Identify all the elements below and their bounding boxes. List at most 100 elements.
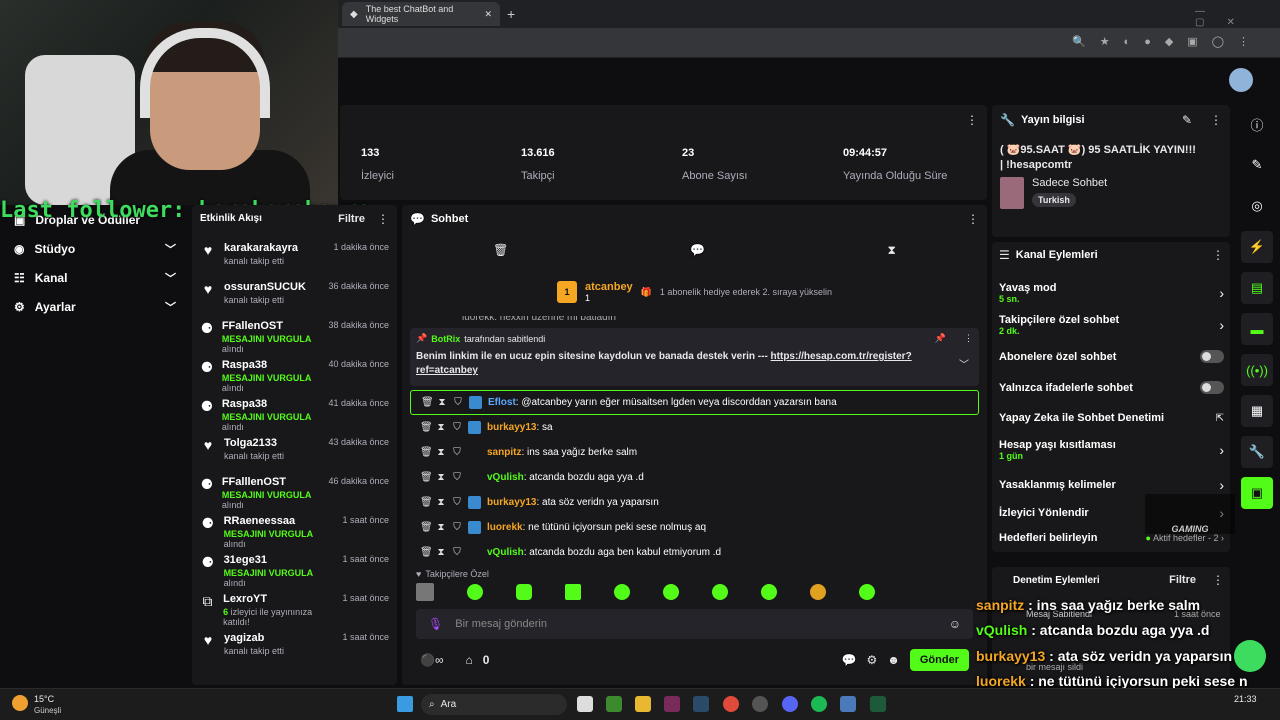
hourglass-icon[interactable]: ⧗: [437, 397, 447, 408]
nav-settings[interactable]: ⚙ Ayarlar ﹀: [0, 292, 190, 321]
mod-filter-button[interactable]: Filtre: [1169, 574, 1196, 586]
hourglass-icon[interactable]: ⧗: [436, 497, 446, 508]
channel-action-row[interactable]: Takipçilere özel sohbet 2 dk. ›: [999, 314, 1224, 336]
chat-message[interactable]: 🗑 ⧗ ⛉ sanpitz: ins saa yağız berke salm: [402, 440, 987, 465]
wrench-icon[interactable]: 🔧: [1241, 436, 1273, 468]
shield-icon[interactable]: ⛉: [452, 522, 462, 533]
trash-icon[interactable]: 🗑: [420, 497, 433, 508]
emote-icon[interactable]: [761, 584, 777, 600]
nav-studio[interactable]: ◉ Stüdyo ﹀: [0, 234, 190, 263]
activity-item[interactable]: ♥ ossuranSUCUK kanalı takip etti 36 dakika …: [192, 281, 397, 320]
emoji-icon[interactable]: ☺: [949, 617, 961, 631]
chevron-right-icon[interactable]: ›: [1219, 477, 1224, 493]
chevron-right-icon[interactable]: ›: [1219, 442, 1224, 458]
unpin-icon[interactable]: 📌: [935, 333, 946, 344]
chevron-right-icon[interactable]: ›: [1219, 285, 1224, 301]
activity-item[interactable]: ⚈ FFalllenOST MESAJINI VURGULA alındı 46 da…: [192, 476, 397, 515]
lightning-icon[interactable]: ⚡: [1241, 231, 1273, 263]
trash-icon[interactable]: 🗑: [493, 243, 508, 257]
chat-icon[interactable]: ▬: [1241, 313, 1273, 345]
edit-icon[interactable]: ✎: [1182, 113, 1192, 127]
chevron-right-icon[interactable]: ›: [1219, 317, 1224, 333]
nav-channel[interactable]: ☷ Kanal ﹀: [0, 263, 190, 292]
channel-action-row[interactable]: Yapay Zeka ile Sohbet Denetimi ⇱: [999, 412, 1224, 424]
info-icon[interactable]: ⓘ: [1241, 108, 1273, 140]
activity-item[interactable]: ♥ karakarakayra kanalı takip etti 1 dakika …: [192, 242, 397, 281]
chrome-icon[interactable]: [723, 696, 739, 712]
store-icon[interactable]: ▦: [1241, 395, 1273, 427]
store-icon[interactable]: ⌂: [466, 653, 473, 667]
shield-icon[interactable]: ⛉: [452, 447, 462, 458]
stream-info-menu-icon[interactable]: ⋮: [1210, 113, 1222, 127]
chat-username[interactable]: Eflost: [488, 397, 516, 408]
discord-icon[interactable]: [782, 696, 798, 712]
toggle-switch[interactable]: [1200, 381, 1224, 394]
app-icon[interactable]: [664, 696, 680, 712]
task-view-icon[interactable]: [577, 696, 593, 712]
chat-message[interactable]: 🗑 ⧗ ⛉ Eflost: @atcanbey yarın eğer müsaitse…: [410, 390, 979, 415]
weather-icon[interactable]: [12, 695, 28, 711]
language-tag[interactable]: Turkish: [1032, 193, 1076, 207]
shield-icon[interactable]: ⛉: [452, 422, 462, 433]
chat-message[interactable]: 🗑 ⧗ ⛉ luorekk: ne tütünü içiyorsun peki ses…: [402, 515, 987, 540]
channel-action-row[interactable]: Abonelere özel sohbet: [999, 350, 1224, 363]
app-icon[interactable]: [752, 696, 768, 712]
shield-icon[interactable]: ⛉: [453, 397, 463, 408]
shield-icon[interactable]: ⛉: [452, 472, 462, 483]
chat-message[interactable]: 🗑 ⧗ ⛉ burkayy13: sa: [402, 415, 987, 440]
spotify-icon[interactable]: [811, 696, 827, 712]
activity-item[interactable]: ♥ yagizab kanalı takip etti 1 saat önce: [192, 632, 397, 671]
steam-icon[interactable]: [693, 696, 709, 712]
activity-item[interactable]: ♥ Tolga2133 kanalı takip etti 43 dakika önc…: [192, 437, 397, 476]
chevron-down-icon[interactable]: ﹀: [959, 356, 969, 371]
trash-icon[interactable]: 🗑: [421, 397, 434, 408]
document-icon[interactable]: ▤: [1241, 272, 1273, 304]
pinned-menu-icon[interactable]: ⋮: [964, 333, 973, 344]
emote-icon[interactable]: [614, 584, 630, 600]
trash-icon[interactable]: 🗑: [420, 447, 433, 458]
chat-username[interactable]: burkayy13: [487, 422, 536, 433]
mic-icon[interactable]: 🎙: [428, 617, 443, 631]
emote-icon[interactable]: [712, 584, 728, 600]
app-icon[interactable]: [840, 696, 856, 712]
shield-icon[interactable]: ⛉: [452, 497, 462, 508]
activity-item[interactable]: ⚈ 31ege31 MESAJINI VURGULA alındı 1 saat ön…: [192, 554, 397, 593]
emote-icon[interactable]: [859, 584, 875, 600]
activity-item[interactable]: ⚈ RRaeneessaa MESAJINI VURGULA alındı 1 saa…: [192, 515, 397, 554]
trash-icon[interactable]: 🗑: [420, 472, 433, 483]
chat-tab-icon[interactable]: 💬: [690, 243, 705, 257]
tab-close-icon[interactable]: ✕: [484, 9, 492, 20]
channel-action-row[interactable]: Yasaklanmış kelimeler ›: [999, 477, 1224, 493]
file-explorer-icon[interactable]: [635, 696, 651, 712]
trash-icon[interactable]: 🗑: [420, 422, 433, 433]
channel-action-row[interactable]: Yavaş mod 5 sn. ›: [999, 282, 1224, 304]
emote-icon[interactable]: [416, 583, 434, 601]
hourglass-icon[interactable]: ⧗: [436, 447, 446, 458]
hourglass-icon[interactable]: ⧗: [436, 422, 446, 433]
chat-message[interactable]: 🗑 ⧗ ⛉ vQulish: atcanda bozdu aga yya .d: [402, 465, 987, 490]
emote-picker-icon[interactable]: ☻: [887, 653, 900, 667]
emote-icon[interactable]: [663, 584, 679, 600]
channel-actions-menu-icon[interactable]: ⋮: [1212, 248, 1224, 262]
browser-tab[interactable]: ◆ The best ChatBot and Widgets ✕: [342, 2, 500, 26]
add-widget-icon[interactable]: ▣: [1241, 477, 1273, 509]
external-link-icon[interactable]: ⇱: [1216, 413, 1224, 424]
active-goals[interactable]: ● Aktif hedefler - 2 ›: [1146, 533, 1224, 543]
chat-message[interactable]: 🗑 ⧗ ⛉ burkayy13: ata söz veridn ya yaparsın: [402, 490, 987, 515]
mod-menu-icon[interactable]: ⋮: [1212, 573, 1224, 587]
channel-action-row[interactable]: Yalnızca ifadelerle sohbet: [999, 381, 1224, 394]
app-icon[interactable]: [870, 696, 886, 712]
hourglass-icon[interactable]: ⧗: [436, 472, 446, 483]
activity-item[interactable]: ⧉ LexroYT 6 izleyici ile yayınınıza katıld…: [192, 593, 397, 632]
chat-username[interactable]: vQulish: [487, 547, 524, 558]
emote-icon[interactable]: [565, 584, 581, 600]
edit-icon[interactable]: ✎: [1241, 149, 1273, 181]
emote-icon[interactable]: [810, 584, 826, 600]
chat-username[interactable]: sanpitz: [487, 447, 521, 458]
chat-username[interactable]: vQulish: [487, 472, 524, 483]
minecraft-icon[interactable]: [606, 696, 622, 712]
send-button[interactable]: Gönder: [909, 649, 969, 671]
broadcast-icon[interactable]: ((•)): [1241, 354, 1273, 386]
emote-icon[interactable]: [516, 584, 532, 600]
windows-start-icon[interactable]: [397, 696, 413, 712]
